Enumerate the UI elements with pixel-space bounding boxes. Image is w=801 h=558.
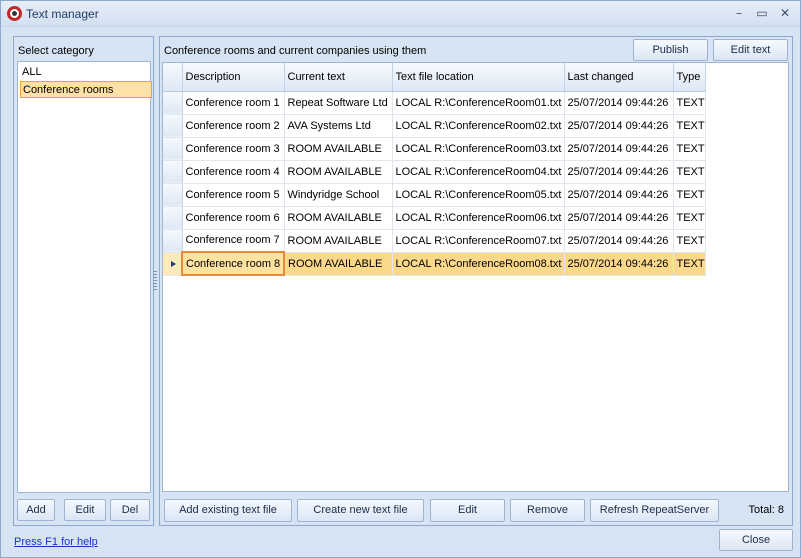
cell-current-text[interactable]: AVA Systems Ltd bbox=[284, 114, 393, 138]
help-link[interactable]: Press F1 for help bbox=[14, 536, 98, 548]
main-panel-title: Conference rooms and current companies u… bbox=[164, 45, 427, 57]
maximize-icon[interactable]: ▭ bbox=[752, 5, 772, 21]
cell-type[interactable]: TEXT bbox=[673, 160, 706, 184]
cell-current-text[interactable]: Windyridge School bbox=[284, 183, 393, 207]
cell-current-text[interactable]: ROOM AVAILABLE bbox=[284, 137, 393, 161]
cell-description[interactable]: Conference room 4 bbox=[182, 160, 285, 184]
table-row[interactable]: Conference room 2 AVA Systems Ltd LOCAL R:… bbox=[163, 114, 706, 138]
cell-description[interactable]: Conference room 2 bbox=[182, 114, 285, 138]
table-row[interactable]: Conference room 7 ROOM AVAILABLE LOCAL R:\… bbox=[163, 229, 706, 253]
row-header[interactable] bbox=[163, 91, 183, 115]
column-header-description[interactable]: Description bbox=[182, 63, 285, 92]
row-header[interactable] bbox=[163, 206, 183, 230]
cell-last-changed[interactable]: 25/07/2014 09:44:26 bbox=[564, 206, 674, 230]
cell-file-location[interactable]: LOCAL R:\ConferenceRoom05.txt bbox=[392, 183, 565, 207]
row-header[interactable] bbox=[163, 114, 183, 138]
cell-current-text[interactable]: ROOM AVAILABLE bbox=[284, 160, 393, 184]
text-files-grid[interactable]: Description Current text Text file locat… bbox=[162, 62, 789, 492]
cell-last-changed[interactable]: 25/07/2014 09:44:26 bbox=[564, 252, 674, 276]
cell-file-location[interactable]: LOCAL R:\ConferenceRoom02.txt bbox=[392, 114, 565, 138]
table-row[interactable]: Conference room 4 ROOM AVAILABLE LOCAL R:\… bbox=[163, 160, 706, 184]
cell-type[interactable]: TEXT bbox=[673, 137, 706, 161]
add-existing-text-file-button[interactable]: Add existing text file bbox=[164, 499, 292, 522]
cell-description[interactable]: Conference room 8 bbox=[181, 251, 285, 276]
close-button[interactable]: Close bbox=[719, 529, 793, 551]
cell-last-changed[interactable]: 25/07/2014 09:44:26 bbox=[564, 160, 674, 184]
text-manager-window: Text manager – ▭ ✕ Select category ALL C… bbox=[0, 0, 801, 558]
cell-type[interactable]: TEXT bbox=[673, 183, 706, 207]
cell-file-location[interactable]: LOCAL R:\ConferenceRoom03.txt bbox=[392, 137, 565, 161]
cell-description[interactable]: Conference room 5 bbox=[182, 183, 285, 207]
window-title: Text manager bbox=[26, 7, 99, 21]
table-body: Conference room 1 Repeat Software Ltd LOCA… bbox=[163, 91, 706, 276]
cell-current-text[interactable]: ROOM AVAILABLE bbox=[284, 206, 393, 230]
category-label: Select category bbox=[18, 45, 94, 57]
table-row[interactable]: Conference room 1 Repeat Software Ltd LOCA… bbox=[163, 91, 706, 115]
cell-description[interactable]: Conference room 1 bbox=[182, 91, 285, 115]
cell-last-changed[interactable]: 25/07/2014 09:44:26 bbox=[564, 137, 674, 161]
column-header-last-changed[interactable]: Last changed bbox=[564, 63, 674, 92]
column-header-current-text[interactable]: Current text bbox=[284, 63, 393, 92]
cell-type[interactable]: TEXT bbox=[673, 206, 706, 230]
current-row-arrow-icon bbox=[171, 260, 176, 267]
cell-last-changed[interactable]: 25/07/2014 09:44:26 bbox=[564, 91, 674, 115]
cell-current-text[interactable]: Repeat Software Ltd bbox=[284, 91, 393, 115]
total-count: Total: 8 bbox=[748, 504, 784, 516]
cell-type[interactable]: TEXT bbox=[673, 252, 706, 276]
table-row[interactable]: Conference room 3 ROOM AVAILABLE LOCAL R:\… bbox=[163, 137, 706, 161]
table-row[interactable]: Conference room 5 Windyridge School LOCAL … bbox=[163, 183, 706, 207]
text-files-table: Description Current text Text file locat… bbox=[163, 63, 706, 276]
cell-description[interactable]: Conference room 6 bbox=[182, 206, 285, 230]
create-new-text-file-button[interactable]: Create new text file bbox=[297, 499, 424, 522]
column-header-file-location[interactable]: Text file location bbox=[392, 63, 565, 92]
cell-file-location[interactable]: LOCAL R:\ConferenceRoom07.txt bbox=[392, 229, 565, 253]
refresh-repeatserver-button[interactable]: Refresh RepeatServer bbox=[590, 499, 719, 522]
cell-type[interactable]: TEXT bbox=[673, 91, 706, 115]
row-header[interactable] bbox=[163, 229, 183, 253]
category-item-conference-rooms[interactable]: Conference rooms bbox=[20, 81, 152, 98]
category-panel: Select category ALL Conference rooms Add… bbox=[13, 36, 154, 526]
row-header[interactable] bbox=[163, 160, 183, 184]
edit-text-button[interactable]: Edit text bbox=[713, 39, 788, 61]
cell-type[interactable]: TEXT bbox=[673, 114, 706, 138]
close-window-icon[interactable]: ✕ bbox=[775, 5, 795, 21]
category-list[interactable]: ALL Conference rooms bbox=[17, 61, 152, 493]
app-logo-icon bbox=[7, 6, 22, 21]
cell-description[interactable]: Conference room 7 bbox=[182, 229, 285, 253]
cell-last-changed[interactable]: 25/07/2014 09:44:26 bbox=[564, 183, 674, 207]
row-header[interactable] bbox=[163, 183, 183, 207]
table-row[interactable]: Conference room 8 ROOM AVAILABLE LOCAL R:\… bbox=[163, 251, 706, 276]
table-header-row: Description Current text Text file locat… bbox=[163, 63, 706, 92]
remove-file-button[interactable]: Remove bbox=[510, 499, 585, 522]
row-header-corner bbox=[163, 63, 183, 92]
cell-file-location[interactable]: LOCAL R:\ConferenceRoom06.txt bbox=[392, 206, 565, 230]
cell-file-location[interactable]: LOCAL R:\ConferenceRoom04.txt bbox=[392, 160, 565, 184]
cell-last-changed[interactable]: 25/07/2014 09:44:26 bbox=[564, 114, 674, 138]
column-header-type[interactable]: Type bbox=[673, 63, 706, 92]
edit-file-button[interactable]: Edit bbox=[430, 499, 505, 522]
title-bar[interactable]: Text manager – ▭ ✕ bbox=[1, 1, 800, 27]
cell-type[interactable]: TEXT bbox=[673, 229, 706, 253]
table-row[interactable]: Conference room 6 ROOM AVAILABLE LOCAL R:\… bbox=[163, 206, 706, 230]
cell-description[interactable]: Conference room 3 bbox=[182, 137, 285, 161]
cell-file-location[interactable]: LOCAL R:\ConferenceRoom01.txt bbox=[392, 91, 565, 115]
panel-splitter[interactable] bbox=[153, 271, 157, 291]
category-item-all[interactable]: ALL bbox=[20, 64, 148, 81]
add-category-button[interactable]: Add bbox=[17, 499, 55, 521]
cell-current-text[interactable]: ROOM AVAILABLE bbox=[284, 229, 393, 253]
delete-category-button[interactable]: Del bbox=[110, 499, 150, 521]
cell-last-changed[interactable]: 25/07/2014 09:44:26 bbox=[564, 229, 674, 253]
cell-file-location[interactable]: LOCAL R:\ConferenceRoom08.txt bbox=[392, 252, 565, 276]
minimize-icon[interactable]: – bbox=[729, 5, 749, 21]
edit-category-button[interactable]: Edit bbox=[64, 499, 106, 521]
cell-current-text[interactable]: ROOM AVAILABLE bbox=[284, 252, 393, 276]
row-header[interactable] bbox=[163, 252, 183, 276]
row-header[interactable] bbox=[163, 137, 183, 161]
publish-button[interactable]: Publish bbox=[633, 39, 708, 61]
